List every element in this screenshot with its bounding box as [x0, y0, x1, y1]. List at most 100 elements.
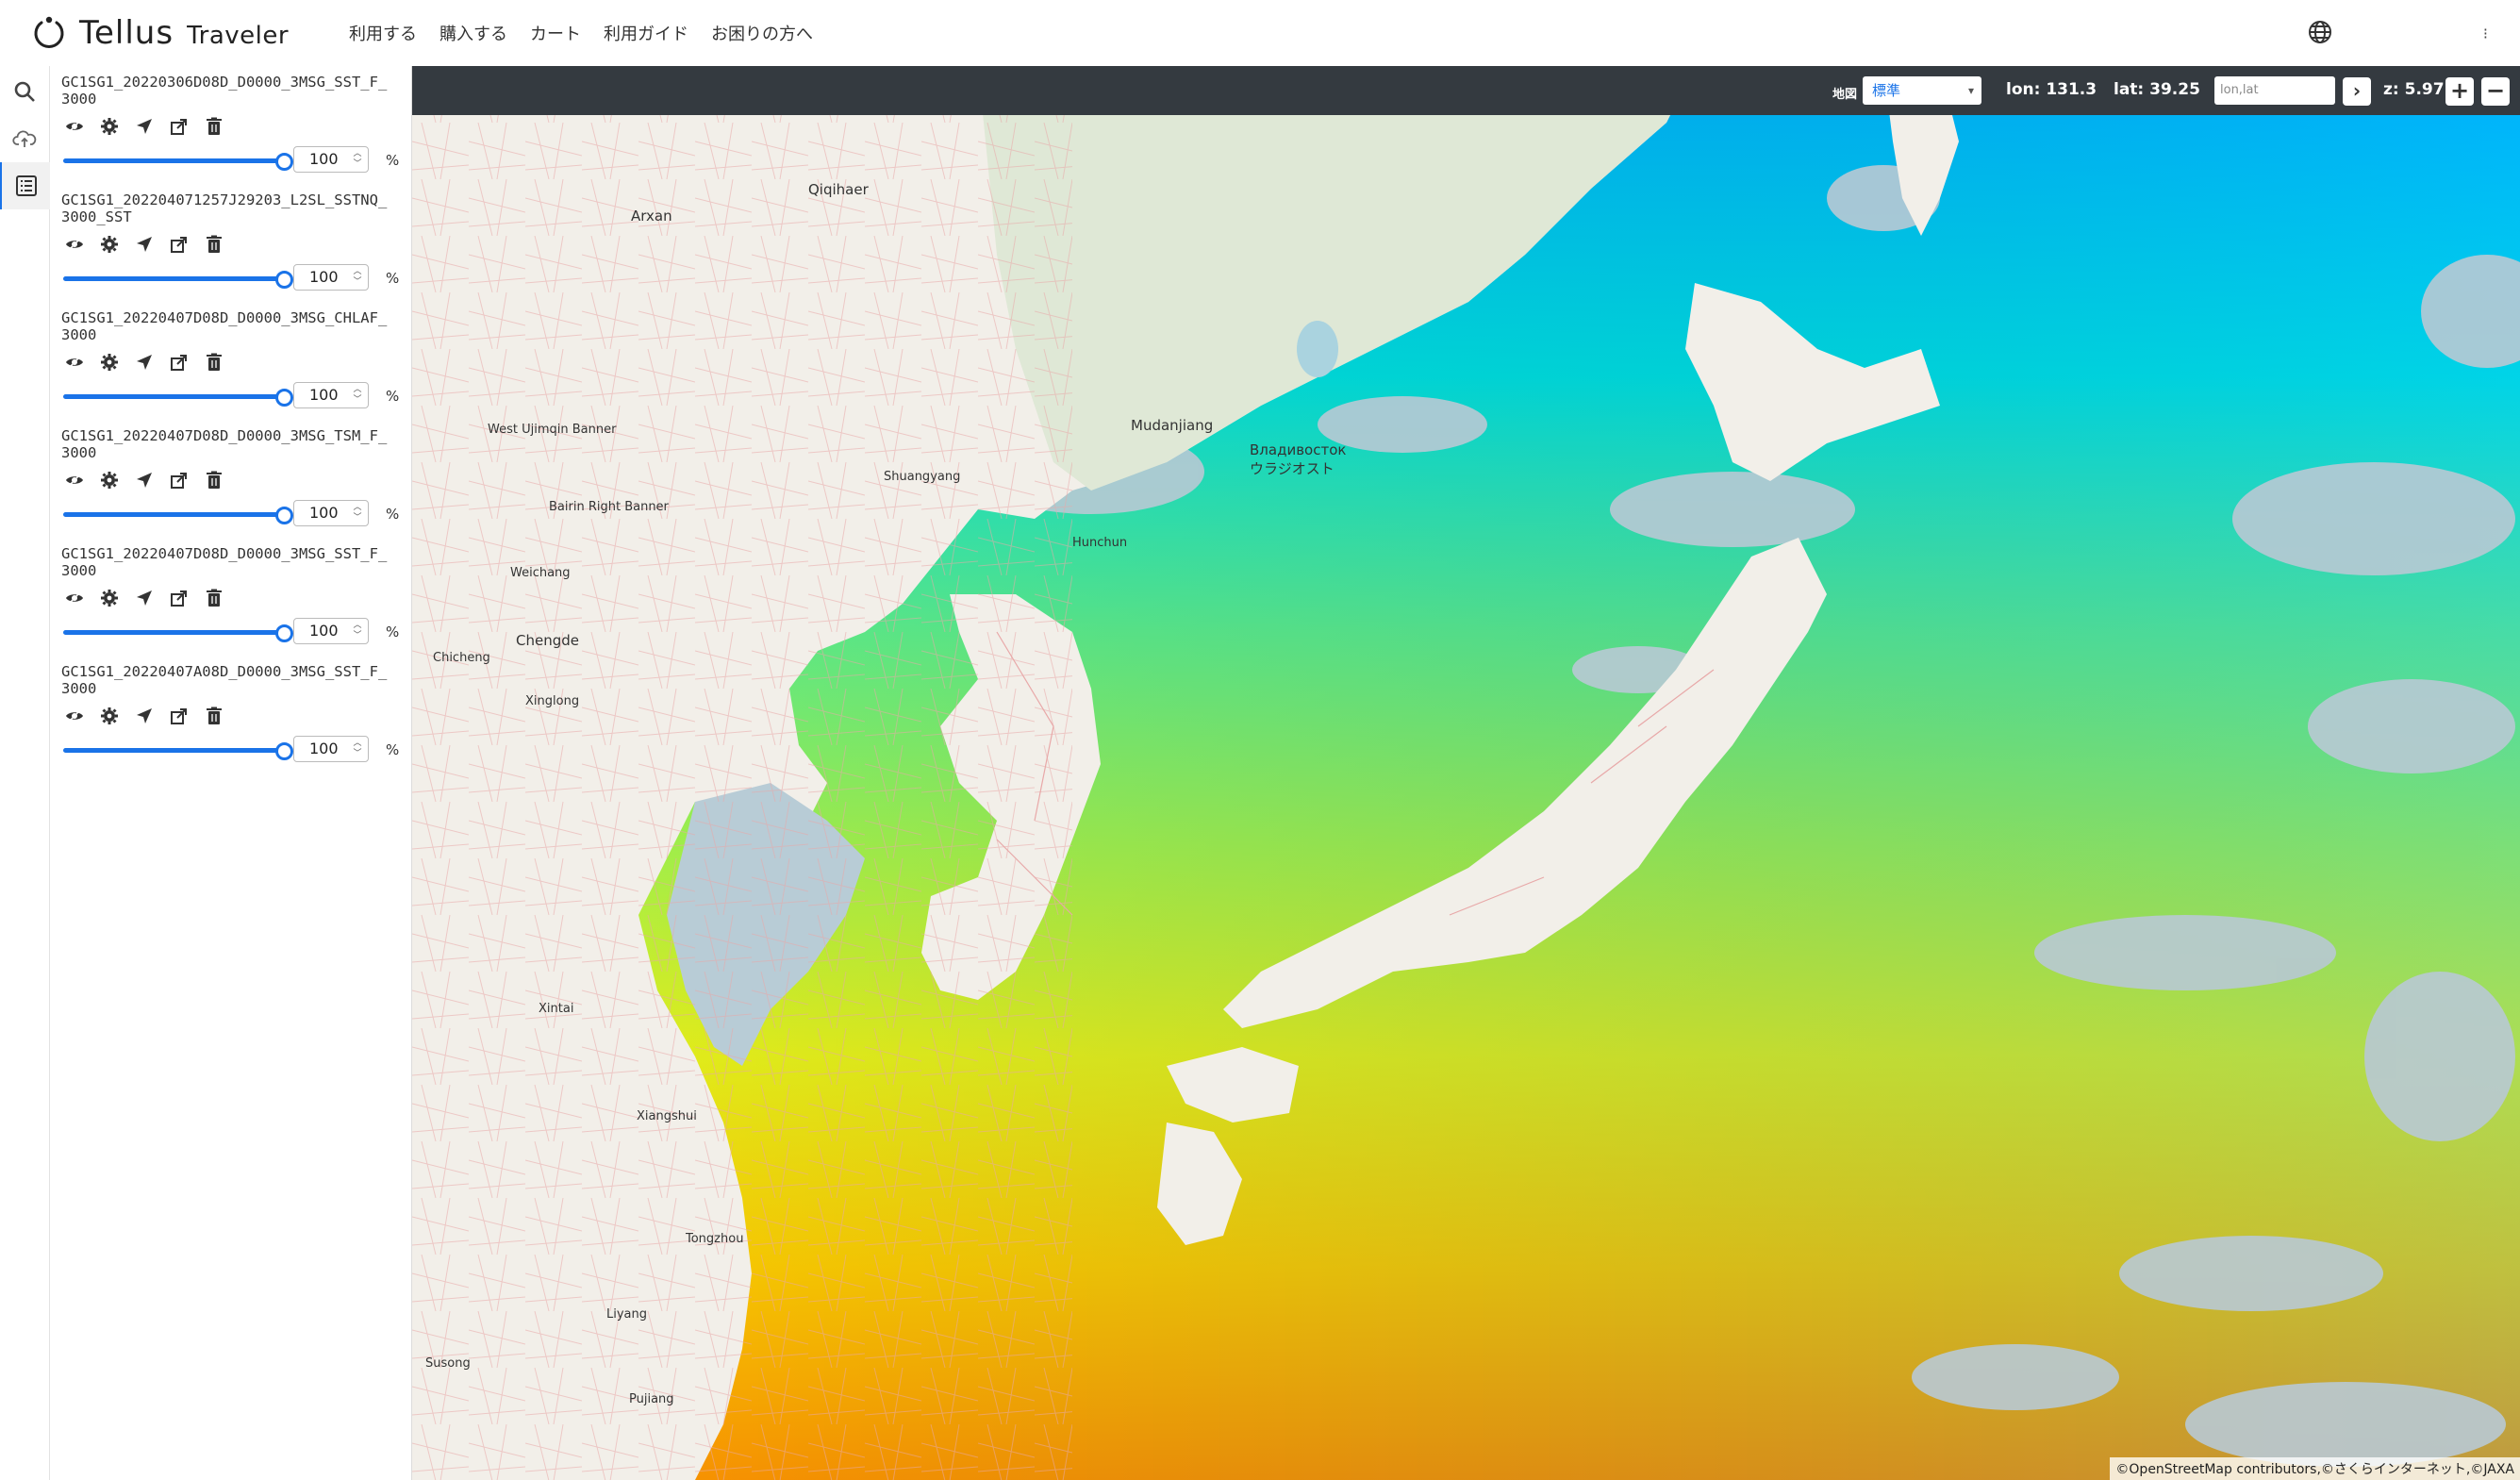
map-attribution[interactable]: ©OpenStreetMap contributors,©さくらインターネット,…	[2110, 1457, 2520, 1480]
share-icon	[170, 707, 189, 725]
delete-layer-button[interactable]	[205, 235, 224, 254]
opacity-slider-handle[interactable]	[275, 271, 293, 289]
opacity-slider[interactable]	[63, 158, 282, 163]
export-layer-button[interactable]	[170, 707, 189, 725]
opacity-input[interactable]: 100 ︿ ﹀	[293, 264, 369, 291]
export-layer-button[interactable]	[170, 235, 189, 254]
nav-purchase[interactable]: 購入する	[428, 21, 519, 45]
globe-icon[interactable]	[2307, 19, 2333, 45]
layer-toolbar	[65, 115, 401, 138]
layer-item: GC1SG1_20220407D08D_D0000_3MSG_SST_F_300…	[61, 545, 401, 646]
basemap-select[interactable]: 標準 ▾	[1863, 76, 1981, 105]
zoom-readout: z: 5.97	[2383, 80, 2445, 99]
toggle-visibility-button[interactable]	[65, 471, 84, 490]
export-layer-button[interactable]	[170, 471, 189, 490]
zoom-in-button[interactable]: +	[2445, 77, 2474, 106]
layer-name: GC1SG1_20220306D08D_D0000_3MSG_SST_F_300…	[61, 74, 388, 108]
zoom-to-layer-button[interactable]	[135, 353, 154, 372]
zoom-to-layer-button[interactable]	[135, 471, 154, 490]
opacity-unit: %	[386, 152, 400, 169]
opacity-stepper[interactable]: ︿ ﹀	[352, 739, 363, 759]
eye-icon	[65, 471, 84, 490]
opacity-stepper[interactable]: ︿ ﹀	[352, 267, 363, 288]
zoom-to-layer-button[interactable]	[135, 117, 154, 136]
opacity-input[interactable]: 100 ︿ ﹀	[293, 146, 369, 173]
map-view[interactable]: Chengde Mudanjiang Владивосток ウラジオスト Qi…	[412, 66, 2520, 1480]
opacity-slider[interactable]	[63, 394, 282, 399]
upload-button[interactable]	[0, 115, 49, 162]
layer-name: GC1SG1_20220407A08D_D0000_3MSG_SST_F_300…	[61, 663, 388, 697]
nav-help[interactable]: お困りの方へ	[700, 21, 824, 45]
export-layer-button[interactable]	[170, 117, 189, 136]
chevron-down-icon: ▾	[1967, 84, 1974, 97]
toggle-visibility-button[interactable]	[65, 707, 84, 725]
logo-text: Tellus	[79, 14, 174, 52]
share-icon	[170, 353, 189, 372]
toggle-visibility-button[interactable]	[65, 353, 84, 372]
place-label: Chicheng	[433, 651, 490, 665]
opacity-slider[interactable]	[63, 276, 282, 281]
map-canvas[interactable]	[412, 66, 2520, 1480]
opacity-slider-handle[interactable]	[275, 389, 293, 407]
opacity-stepper[interactable]: ︿ ﹀	[352, 149, 363, 170]
search-icon	[14, 81, 35, 102]
delete-layer-button[interactable]	[205, 471, 224, 490]
delete-layer-button[interactable]	[205, 589, 224, 607]
eye-icon	[65, 235, 84, 254]
layer-item: GC1SG1_202204071257J29203_L2SL_SSTNQ_300…	[61, 191, 401, 292]
toggle-visibility-button[interactable]	[65, 117, 84, 136]
nav-cart[interactable]: カート	[519, 21, 592, 45]
coordinate-input[interactable]: lon,lat	[2214, 76, 2335, 105]
layer-item: GC1SG1_20220306D08D_D0000_3MSG_SST_F_300…	[61, 74, 401, 175]
opacity-input[interactable]: 100 ︿ ﹀	[293, 500, 369, 526]
opacity-slider-handle[interactable]	[275, 507, 293, 524]
layer-toolbar	[65, 469, 401, 491]
nav-use[interactable]: 利用する	[338, 21, 428, 45]
eye-icon	[65, 353, 84, 372]
opacity-input[interactable]: 100 ︿ ﹀	[293, 736, 369, 762]
tellus-logo[interactable]: Tellus Traveler	[30, 9, 289, 57]
delete-layer-button[interactable]	[205, 707, 224, 725]
export-layer-button[interactable]	[170, 353, 189, 372]
layer-settings-button[interactable]	[100, 117, 119, 136]
delete-layer-button[interactable]	[205, 117, 224, 136]
trash-icon	[205, 589, 224, 607]
opacity-slider-handle[interactable]	[275, 742, 293, 760]
opacity-control: 100 ︿ ﹀%	[61, 618, 401, 646]
zoom-to-layer-button[interactable]	[135, 589, 154, 607]
toggle-visibility-button[interactable]	[65, 589, 84, 607]
opacity-input[interactable]: 100 ︿ ﹀	[293, 382, 369, 408]
eye-icon	[65, 117, 84, 136]
layer-settings-button[interactable]	[100, 353, 119, 372]
share-icon	[170, 235, 189, 254]
layer-settings-button[interactable]	[100, 707, 119, 725]
export-layer-button[interactable]	[170, 589, 189, 607]
zoom-to-layer-button[interactable]	[135, 707, 154, 725]
delete-layer-button[interactable]	[205, 353, 224, 372]
zoom-out-button[interactable]: −	[2481, 77, 2510, 106]
layer-settings-button[interactable]	[100, 589, 119, 607]
layer-name: GC1SG1_202204071257J29203_L2SL_SSTNQ_300…	[61, 191, 388, 225]
opacity-slider[interactable]	[63, 512, 282, 517]
toggle-visibility-button[interactable]	[65, 235, 84, 254]
opacity-stepper[interactable]: ︿ ﹀	[352, 503, 363, 524]
place-label: Владивосток	[1250, 441, 1347, 458]
zoom-to-layer-button[interactable]	[135, 235, 154, 254]
layer-settings-button[interactable]	[100, 235, 119, 254]
opacity-stepper[interactable]: ︿ ﹀	[352, 385, 363, 406]
layer-list-button[interactable]	[0, 162, 51, 209]
opacity-value: 100	[309, 504, 339, 522]
layer-toolbar	[65, 351, 401, 374]
opacity-slider[interactable]	[63, 630, 282, 635]
opacity-input[interactable]: 100 ︿ ﹀	[293, 618, 369, 644]
search-button[interactable]	[0, 68, 49, 115]
layer-settings-button[interactable]	[100, 471, 119, 490]
opacity-stepper[interactable]: ︿ ﹀	[352, 621, 363, 641]
nav-guide[interactable]: 利用ガイド	[592, 21, 700, 45]
coordinate-go-button[interactable]: ›	[2343, 77, 2371, 106]
opacity-slider-handle[interactable]	[275, 624, 293, 642]
opacity-slider-handle[interactable]	[275, 153, 293, 171]
opacity-slider[interactable]	[63, 748, 282, 753]
more-menu-icon[interactable]: ⁝	[2483, 25, 2488, 42]
trash-icon	[205, 353, 224, 372]
